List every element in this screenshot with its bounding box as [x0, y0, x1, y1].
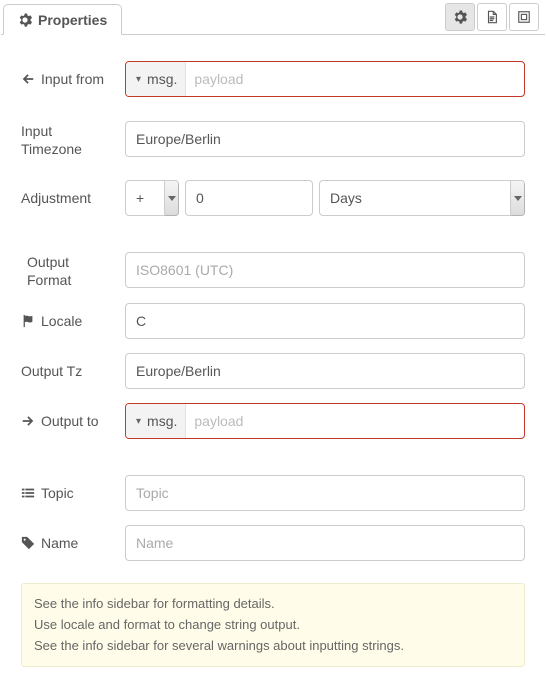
bounding-box-icon: [517, 10, 531, 24]
topic-input[interactable]: [125, 475, 525, 511]
gear-icon: [18, 13, 32, 27]
docs-button[interactable]: [477, 3, 507, 31]
row-input-from: Input from ▾ msg.: [21, 61, 525, 97]
label-output-format: OutputFormat: [21, 250, 125, 289]
tab-bar: Properties: [1, 1, 545, 35]
properties-panel: Properties: [0, 0, 546, 639]
form-body: Input from ▾ msg. InputTimezone: [1, 35, 545, 683]
gear-icon: [453, 10, 467, 24]
label-input-from: Input from: [21, 71, 125, 87]
input-from-field[interactable]: ▾ msg.: [125, 61, 525, 97]
adjustment-amount-input[interactable]: [185, 180, 313, 216]
appearance-button[interactable]: [509, 3, 539, 31]
row-name: Name: [21, 525, 525, 561]
locale-input[interactable]: [125, 303, 525, 339]
file-icon: [485, 10, 499, 24]
tab-properties[interactable]: Properties: [3, 4, 122, 35]
row-output-tz: Output Tz: [21, 353, 525, 389]
adjustment-unit-value: Days: [330, 190, 362, 206]
adjustment-sign-value: +: [136, 190, 144, 206]
select-handle-icon: [510, 181, 524, 215]
label-name: Name: [21, 535, 125, 551]
settings-button[interactable]: [445, 3, 475, 31]
output-to-input[interactable]: [186, 404, 524, 438]
note-line-1: See the info sidebar for formatting deta…: [34, 594, 512, 615]
row-adjustment: Adjustment + Days: [21, 180, 525, 216]
caret-down-icon: ▾: [136, 74, 141, 85]
arrow-right-icon: [21, 414, 35, 428]
output-to-field[interactable]: ▾ msg.: [125, 403, 525, 439]
input-from-input[interactable]: [186, 62, 524, 96]
info-note: See the info sidebar for formatting deta…: [21, 583, 525, 667]
select-handle-icon: [164, 181, 178, 215]
output-tz-input[interactable]: [125, 353, 525, 389]
input-timezone-input[interactable]: [125, 121, 525, 157]
tab-label: Properties: [38, 12, 107, 28]
label-input-tz: InputTimezone: [21, 119, 125, 158]
row-output-format: OutputFormat: [21, 250, 525, 289]
label-topic: Topic: [21, 485, 125, 501]
label-output-tz: Output Tz: [21, 363, 125, 379]
input-from-type-picker[interactable]: ▾ msg.: [126, 62, 186, 96]
tag-icon: [21, 536, 35, 550]
flag-icon: [21, 314, 35, 328]
output-to-type-picker[interactable]: ▾ msg.: [126, 404, 186, 438]
row-output-to: Output to ▾ msg.: [21, 403, 525, 439]
list-icon: [21, 486, 35, 500]
row-input-tz: InputTimezone: [21, 119, 525, 158]
row-locale: Locale: [21, 303, 525, 339]
caret-down-icon: ▾: [136, 416, 141, 427]
label-output-to: Output to: [21, 413, 125, 429]
note-line-2: Use locale and format to change string o…: [34, 615, 512, 636]
label-adjustment: Adjustment: [21, 190, 125, 206]
output-to-type-label: msg.: [147, 413, 177, 429]
row-topic: Topic: [21, 475, 525, 511]
panel-toolbar: [445, 3, 539, 31]
input-from-type-label: msg.: [147, 71, 177, 87]
label-locale: Locale: [21, 313, 125, 329]
adjustment-sign-select[interactable]: +: [125, 180, 179, 216]
adjustment-unit-select[interactable]: Days: [319, 180, 525, 216]
name-input[interactable]: [125, 525, 525, 561]
output-format-input[interactable]: [125, 252, 525, 288]
arrow-left-icon: [21, 72, 35, 86]
